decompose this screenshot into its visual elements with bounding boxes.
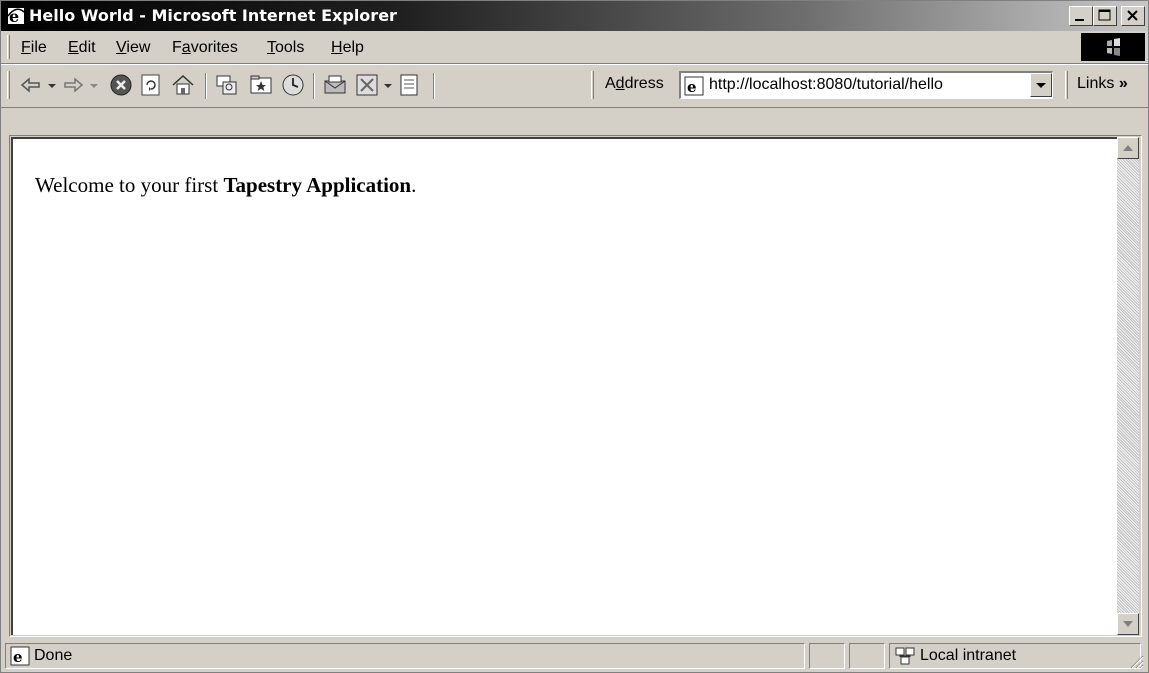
forward-icon[interactable] [61,73,85,97]
welcome-text-pre: Welcome to your first [35,173,224,197]
history-icon[interactable] [281,73,305,97]
address-dropdown-button[interactable] [1030,73,1052,97]
page-content: Welcome to your first Tapestry Applicati… [11,137,1117,635]
svg-text:e: e [13,648,23,666]
favorites-icon[interactable] [249,73,273,97]
search-icon[interactable] [215,73,239,97]
minimize-icon [1075,19,1084,21]
resize-grip-icon[interactable] [1126,651,1144,669]
address-label-accel: d [615,75,625,92]
menu-bar: File Edit View Favorites Tools Help [1,31,1148,64]
title-bar[interactable]: e Hello World - Microsoft Internet Explo… [1,1,1148,31]
close-icon [1127,10,1138,21]
back-icon[interactable] [19,73,43,97]
address-label-pre: A [605,75,616,92]
stop-icon[interactable] [109,73,133,97]
home-icon[interactable] [171,73,195,97]
menu-edit-accel: E [68,39,79,56]
svg-text:e: e [687,78,697,96]
windows-logo-throbber [1081,33,1145,61]
close-button[interactable] [1121,6,1145,26]
menu-edit[interactable]: Edit [68,39,96,57]
status-main-panel: e Done [5,643,805,669]
edit-dropdown-icon[interactable] [381,73,395,97]
discuss-icon[interactable] [397,73,421,97]
menu-file[interactable]: File [21,39,47,57]
welcome-text-post: . [411,173,417,197]
intranet-zone-icon [895,647,915,665]
forward-dropdown-icon[interactable] [87,73,101,97]
toolbar-grip[interactable] [7,71,10,99]
status-bar: e Done Local intranet [1,641,1148,672]
address-grip[interactable] [591,71,594,99]
toolbar-separator [433,73,435,99]
menu-file-accel: F [21,39,31,56]
menu-file-label: ile [30,39,47,56]
arrow-down-icon [1123,621,1133,627]
vertical-scrollbar[interactable] [1117,137,1139,635]
menubar-grip[interactable] [7,35,10,59]
menu-view[interactable]: View [116,39,150,57]
refresh-icon[interactable] [139,73,163,97]
standard-toolbar: Address e http://localhost:8080/tutorial… [1,64,1148,108]
scroll-up-button[interactable] [1117,137,1139,159]
address-url[interactable]: http://localhost:8080/tutorial/hello [709,76,943,94]
menu-help-label: elp [342,39,364,56]
links-chevron-icon: » [1118,75,1128,92]
minimize-button[interactable] [1069,6,1093,26]
address-label-rest: dress [624,75,664,92]
links-label: Links [1077,75,1115,92]
toolbar-separator [205,73,207,99]
menu-favorites-label: vorites [190,39,238,56]
links-button[interactable]: Links » [1077,75,1128,93]
browser-window: e Hello World - Microsoft Internet Explo… [0,0,1149,673]
menu-favorites-accel: a [181,39,191,56]
welcome-text: Welcome to your first Tapestry Applicati… [35,173,416,198]
menu-tools[interactable]: Tools [267,39,304,57]
welcome-text-bold: Tapestry Application [223,173,412,197]
address-label: Address [605,75,664,93]
menu-tools-accel: T [267,39,275,56]
status-zone-panel: Local intranet [889,643,1141,669]
menu-help[interactable]: Help [331,39,364,57]
menu-edit-label: dit [78,39,96,56]
maximize-icon [1098,9,1111,21]
address-bar[interactable]: e http://localhost:8080/tutorial/hello [679,71,1053,99]
edit-icon[interactable] [355,73,379,97]
back-dropdown-icon[interactable] [45,73,59,97]
windows-flag-icon [1107,38,1120,56]
scroll-down-button[interactable] [1117,613,1139,635]
toolbar-separator [313,73,315,99]
links-grip[interactable] [1065,71,1068,99]
menu-help-accel: H [331,39,343,56]
menu-favorites-pre: F [172,39,182,56]
status-panel-security [849,643,885,669]
menu-view-label: iew [126,39,151,56]
menu-view-accel: V [116,39,127,56]
status-panel-progress [809,643,845,669]
menu-favorites[interactable]: Favorites [172,39,238,57]
window-title: Hello World - Microsoft Internet Explore… [29,6,397,25]
maximize-button[interactable] [1093,6,1117,26]
page-done-icon: e [10,646,30,666]
arrow-up-icon [1123,145,1133,151]
status-text: Done [34,647,73,664]
mail-icon[interactable] [323,73,347,97]
ie-logo-icon: e [7,7,25,25]
menu-tools-label: ools [275,39,305,56]
zone-label: Local intranet [920,647,1017,664]
chevron-down-icon [1036,83,1046,88]
page-icon: e [684,76,704,96]
